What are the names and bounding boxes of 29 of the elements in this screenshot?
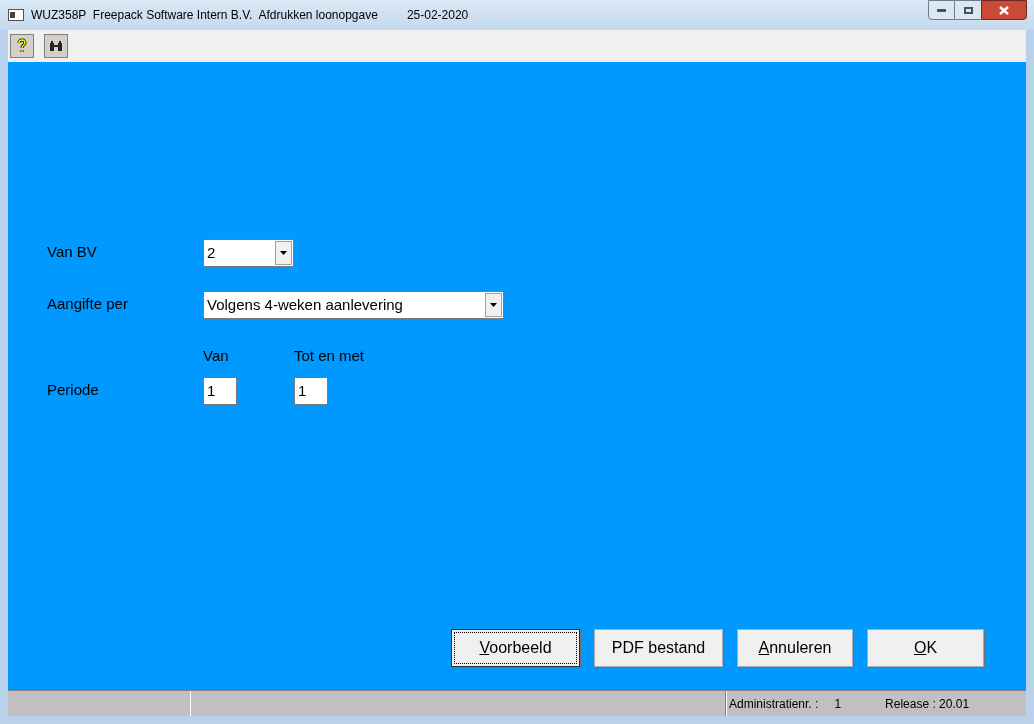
input-field[interactable]: 1 <box>294 376 328 405</box>
dialog-button[interactable]: PDF bestand <box>594 629 723 667</box>
release-text: Release : 20.01 <box>885 695 970 713</box>
input-field[interactable]: 1 <box>203 376 237 405</box>
admin-value: 1 <box>834 695 842 713</box>
help-button[interactable] <box>10 34 34 58</box>
column-header: Van <box>203 346 230 366</box>
question-icon <box>17 38 27 54</box>
app-icon <box>8 9 24 21</box>
dialog-button[interactable]: OK <box>867 629 984 667</box>
field-label: Periode <box>47 379 100 400</box>
dropdown-value: 2 <box>206 242 217 263</box>
minimize-button[interactable] <box>928 0 955 20</box>
dialog-button[interactable]: Annuleren <box>737 629 853 667</box>
field-label: Van BV <box>47 242 98 262</box>
close-button[interactable] <box>981 0 1027 20</box>
dropdown-value: Volgens 4-weken aanlevering <box>206 294 404 315</box>
dropdown[interactable]: Volgens 4-weken aanlevering <box>203 291 504 319</box>
admin-label: Administratienr. : <box>729 695 819 713</box>
maximize-button[interactable] <box>955 0 981 20</box>
column-header: Tot en met <box>294 346 365 366</box>
window-date: 25-02-2020 <box>406 7 469 24</box>
window-title: WUZ358P Freepack Software Intern B.V. Afdrukken loonopgave <box>31 7 378 24</box>
dialog-button[interactable]: Voorbeeld <box>451 629 580 667</box>
binoculars-icon <box>50 41 62 51</box>
field-label: Aangifte per <box>47 294 129 314</box>
dropdown[interactable]: 2 <box>203 239 294 267</box>
binoculars-button[interactable] <box>44 34 68 58</box>
close-icon <box>999 5 1009 15</box>
